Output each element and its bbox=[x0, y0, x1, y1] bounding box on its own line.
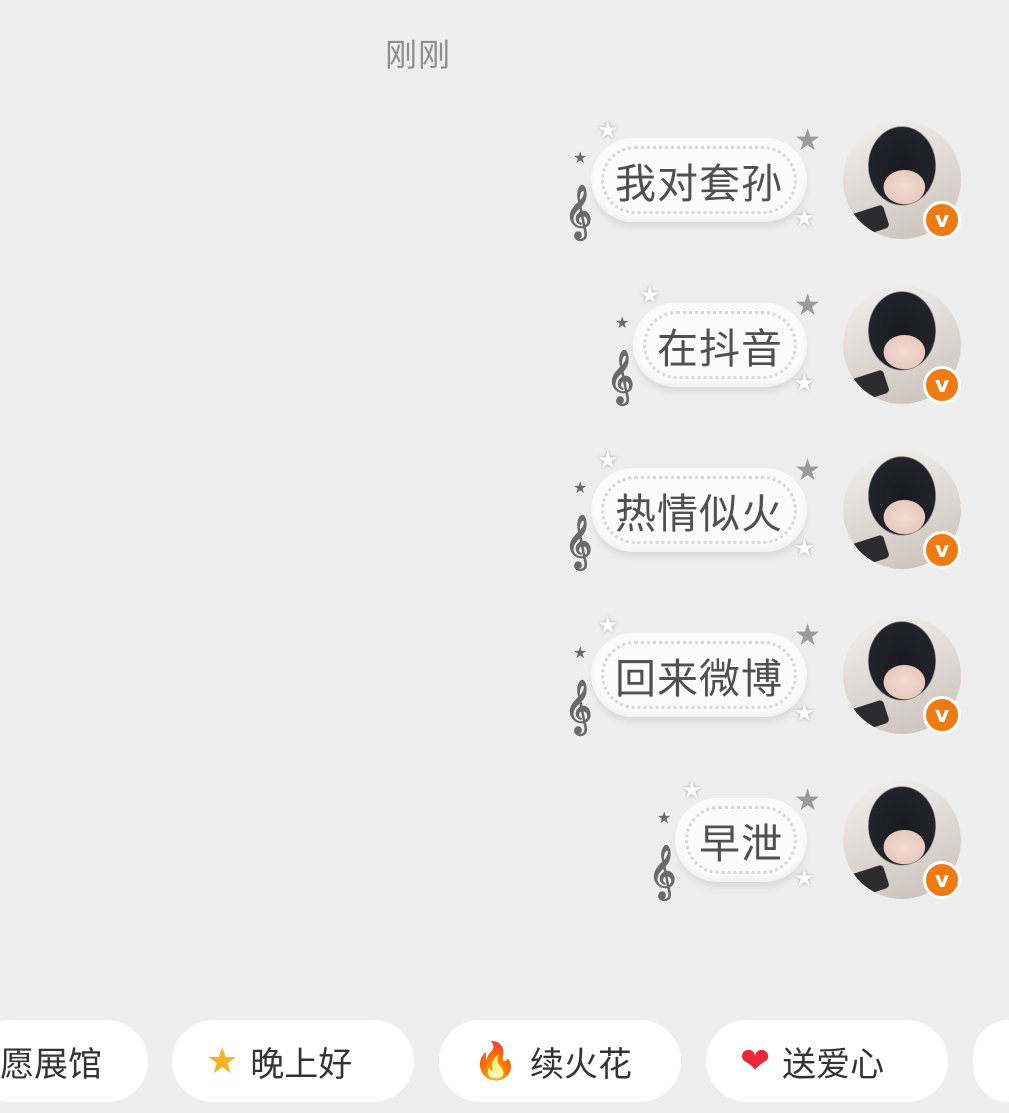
quick-reply-label: 愿展馆 bbox=[0, 1044, 102, 1085]
message-row: ★ ★ 𝄞 ★ ★ 热情似火 v bbox=[565, 445, 961, 575]
treble-clef-icon: 𝄞 bbox=[565, 679, 593, 733]
verified-badge-icon: v bbox=[923, 366, 961, 404]
star-icon: ★ bbox=[793, 699, 815, 727]
star-icon: ★ bbox=[794, 618, 821, 653]
message-row: ★ ★ 𝄞 ★ ★ 回来微博 v bbox=[565, 610, 961, 740]
quick-reply-chip[interactable]: ❤ 送爱心 bbox=[706, 1020, 948, 1102]
verified-badge-icon: v bbox=[923, 861, 961, 899]
avatar[interactable]: v bbox=[843, 451, 961, 569]
message-text: 在抖音 bbox=[633, 303, 807, 387]
star-icon: ★ bbox=[794, 783, 821, 818]
verified-badge-icon: v bbox=[923, 531, 961, 569]
treble-clef-icon: 𝄞 bbox=[649, 844, 677, 898]
message-text: 回来微博 bbox=[591, 633, 807, 717]
treble-clef-icon: 𝄞 bbox=[565, 514, 593, 568]
star-icon: ★ bbox=[597, 116, 619, 144]
star-icon: ★ bbox=[793, 864, 815, 892]
verified-badge-icon: v bbox=[923, 696, 961, 734]
star-icon: ★ bbox=[793, 369, 815, 397]
star-icon: ★ bbox=[573, 643, 588, 662]
message-text: 热情似火 bbox=[591, 468, 807, 552]
star-icon: ★ bbox=[597, 446, 619, 474]
star-icon: ★ bbox=[793, 204, 815, 232]
quick-reply-chip[interactable]: 愿展馆 bbox=[0, 1020, 148, 1102]
star-icon: ★ bbox=[573, 478, 588, 497]
heart-icon: ❤ bbox=[740, 1040, 771, 1082]
treble-clef-icon: 𝄞 bbox=[565, 184, 593, 238]
star-icon: ★ bbox=[794, 123, 821, 158]
message-row: ★ ★ 𝄞 ★ ★ 在抖音 v bbox=[607, 280, 961, 410]
quick-reply-bar: 愿展馆 ★ 晚上好 🔥 续火花 ❤ 送爱心 bbox=[0, 1020, 1009, 1104]
star-icon: ★ bbox=[794, 453, 821, 488]
star-icon: ★ bbox=[794, 288, 821, 323]
star-icon: ★ bbox=[573, 148, 588, 167]
avatar[interactable]: v bbox=[843, 286, 961, 404]
message-bubble[interactable]: ★ ★ 𝄞 ★ ★ 我对套孙 bbox=[565, 118, 821, 234]
star-icon: ★ bbox=[597, 611, 619, 639]
message-bubble[interactable]: ★ ★ 𝄞 ★ ★ 回来微博 bbox=[565, 613, 821, 729]
star-icon: ★ bbox=[639, 281, 661, 309]
message-row: ★ ★ 𝄞 ★ ★ 我对套孙 v bbox=[565, 115, 961, 245]
quick-reply-chip[interactable]: ★ 晚上好 bbox=[172, 1020, 414, 1102]
avatar[interactable]: v bbox=[843, 616, 961, 734]
quick-reply-label: 晚上好 bbox=[250, 1044, 353, 1085]
message-bubble[interactable]: ★ ★ 𝄞 ★ ★ 在抖音 bbox=[607, 283, 821, 399]
message-text: 早泄 bbox=[675, 798, 807, 882]
message-bubble[interactable]: ★ ★ 𝄞 ★ ★ 早泄 bbox=[649, 778, 821, 894]
avatar[interactable]: v bbox=[843, 781, 961, 899]
quick-reply-chip[interactable] bbox=[973, 1020, 1009, 1102]
star-icon: ★ bbox=[681, 776, 703, 804]
message-bubble[interactable]: ★ ★ 𝄞 ★ ★ 热情似火 bbox=[565, 448, 821, 564]
message-text: 我对套孙 bbox=[591, 138, 807, 222]
message-row: ★ ★ 𝄞 ★ ★ 早泄 v bbox=[649, 775, 961, 905]
star-face-icon: ★ bbox=[206, 1040, 239, 1082]
verified-badge-icon: v bbox=[923, 201, 961, 239]
quick-reply-label: 送爱心 bbox=[782, 1044, 885, 1085]
timestamp: 刚刚 bbox=[384, 36, 451, 74]
quick-reply-chip[interactable]: 🔥 续火花 bbox=[439, 1020, 681, 1102]
avatar[interactable]: v bbox=[843, 121, 961, 239]
fire-icon: 🔥 bbox=[473, 1041, 518, 1082]
star-icon: ★ bbox=[657, 808, 672, 827]
treble-clef-icon: 𝄞 bbox=[607, 349, 635, 403]
quick-reply-label: 续火花 bbox=[529, 1044, 632, 1085]
star-icon: ★ bbox=[615, 313, 630, 332]
star-icon: ★ bbox=[793, 534, 815, 562]
